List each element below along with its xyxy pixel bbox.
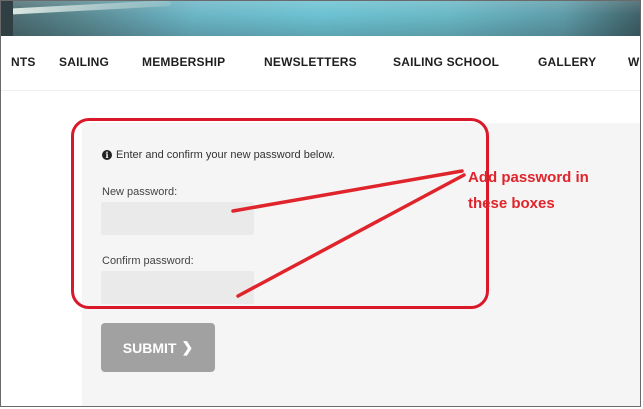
annotation-highlight-box [71, 118, 489, 309]
main-nav: NTS SAILING MEMBERSHIP NEWSLETTERS SAILI… [1, 36, 640, 91]
chevron-right-icon: ❯ [181, 339, 194, 355]
annotation-line-1: Add password in [468, 169, 589, 186]
nav-item-sailing-school[interactable]: SAILING SCHOOL [393, 55, 499, 69]
nav-item-events[interactable]: NTS [11, 55, 36, 69]
submit-button[interactable]: SUBMIT ❯ [101, 323, 215, 372]
header-banner [1, 1, 640, 36]
nav-item-overflow[interactable]: W [628, 55, 640, 69]
nav-item-membership[interactable]: MEMBERSHIP [142, 55, 225, 69]
nav-item-newsletters[interactable]: NEWSLETTERS [264, 55, 357, 69]
banner-edge [1, 1, 13, 36]
nav-item-sailing[interactable]: SAILING [59, 55, 109, 69]
annotation-text: Add password in these boxes [468, 165, 589, 217]
submit-label: SUBMIT [122, 339, 177, 356]
annotation-line-2: these boxes [468, 195, 555, 212]
nav-item-gallery[interactable]: GALLERY [538, 55, 596, 69]
